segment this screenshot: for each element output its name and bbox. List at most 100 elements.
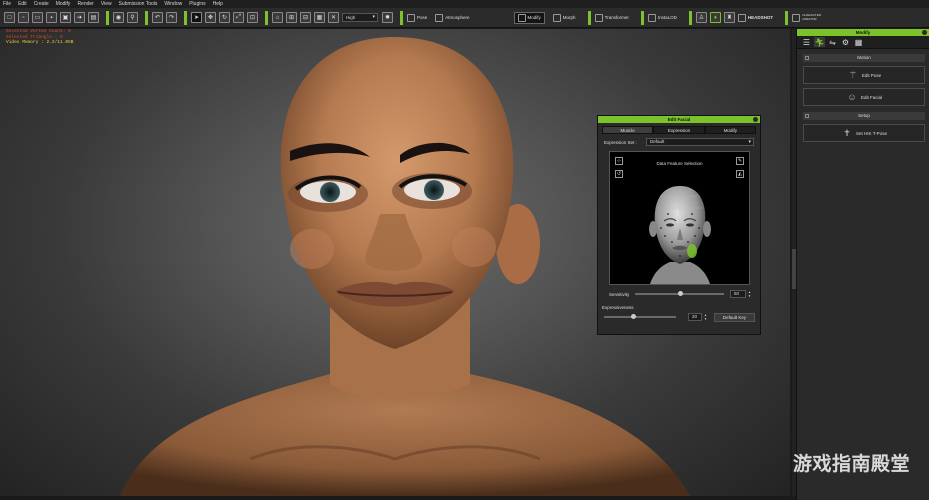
sensitivity-slider-knob[interactable] [677, 291, 683, 296]
pose-button[interactable]: Pose [407, 13, 427, 22]
headshot-button[interactable]: HEADSHOT [737, 13, 774, 22]
undo-icon[interactable]: ↶ [152, 12, 163, 23]
motion-tab-icon[interactable]: 🏃︎ [814, 37, 825, 47]
home-camera-icon[interactable]: ⌂ [272, 12, 283, 23]
video-memory-text: Video Memory : 2.2/11.0GB [6, 40, 74, 45]
edit-facial-title: Edit Facial [667, 117, 691, 122]
panel-close-icon[interactable] [922, 30, 927, 35]
instalod-button[interactable]: InstaLOD [647, 13, 677, 22]
plugin-icon[interactable]: ♙ [695, 12, 707, 23]
close-icon[interactable] [753, 117, 758, 122]
redo-icon[interactable]: ↷ [166, 12, 177, 23]
scale-icon[interactable]: ⤢ [233, 12, 244, 23]
tab-expression[interactable]: Expression [653, 126, 705, 134]
move-icon[interactable]: ✥ [205, 12, 216, 23]
fit-view-icon[interactable]: ⊟ [300, 12, 311, 23]
save-as-icon[interactable]: ▣ [60, 12, 71, 23]
feature-selection-view[interactable]: Data Feature Selection ⊹ ↺ ✎ ◭ [609, 151, 750, 285]
attributes-tab-icon[interactable]: ☰ [801, 37, 812, 47]
morph-tab-icon[interactable]: ⇋ [827, 37, 838, 47]
pick-tool-icon[interactable]: ✎ [736, 157, 744, 165]
tab-muscle[interactable]: Muscle [602, 126, 654, 134]
expressiveness-spinner[interactable]: ▴ ▾ [703, 313, 708, 321]
material-tab-icon[interactable]: ⚙ [840, 37, 851, 47]
menu-view[interactable]: View [101, 0, 112, 8]
sensitivity-row: Sensitivity 50 ▴ ▾ [609, 289, 752, 299]
select-region-icon[interactable]: ⊹ [615, 157, 623, 165]
default-key-button[interactable]: Default Key [714, 312, 755, 322]
frame-icon[interactable]: ⊞ [286, 12, 297, 23]
mirror-icon[interactable]: ◭ [736, 170, 744, 178]
menu-help[interactable]: Help [213, 0, 223, 8]
expression-set-select[interactable]: Default [646, 138, 754, 146]
toolbar-separator [145, 10, 148, 25]
new-file-icon[interactable]: □ [4, 12, 15, 23]
save-icon[interactable]: ▪ [46, 12, 57, 23]
menu-plugins[interactable]: Plugins [189, 0, 205, 8]
expressiveness-slider[interactable] [604, 314, 676, 319]
atmosphere-label: Atmosphere [445, 15, 470, 20]
status-bar [0, 496, 790, 500]
character-creator-button[interactable]: CHARACTER CREATOR [792, 13, 822, 22]
import-icon[interactable]: ➔ [74, 12, 85, 23]
texture-tab-icon[interactable]: ▦ [853, 37, 864, 47]
modify-button[interactable]: Modify [513, 11, 545, 24]
menu-submission-tools[interactable]: Submission Tools [119, 0, 158, 8]
plugin-tool-icon[interactable]: ♜ [723, 12, 735, 23]
transformer-button[interactable]: Transformer [594, 13, 629, 22]
menu-file[interactable]: File [3, 0, 11, 8]
grid-icon[interactable]: ▦ [314, 12, 325, 23]
new-project-icon[interactable]: ▫ [18, 12, 29, 23]
morph-button[interactable]: Morph [552, 13, 576, 22]
open-folder-icon[interactable]: ▭ [32, 12, 43, 23]
render-icon[interactable]: ◉ [113, 12, 124, 23]
select-arrow-icon[interactable]: ➤ [191, 12, 202, 23]
menu-window[interactable]: Window [164, 0, 182, 8]
modify-icon [517, 13, 526, 22]
atmosphere-button[interactable]: Atmosphere [435, 13, 470, 22]
site-watermark: 游戏指南殿堂 [793, 453, 911, 475]
collapse-icon[interactable] [805, 56, 809, 60]
facial-tabs: Muscle Expression Modify [602, 126, 756, 134]
quality-select[interactable]: High [342, 13, 378, 22]
sensitivity-spinner[interactable]: ▴ ▾ [747, 290, 752, 298]
expressiveness-slider-knob[interactable] [630, 314, 636, 319]
snap-icon[interactable]: ⊡ [247, 12, 258, 23]
transformer-label: Transformer [604, 15, 629, 20]
plugin-active-icon[interactable]: ♦ [709, 12, 721, 23]
pose-figure-icon: ⚚ [848, 69, 857, 80]
menu-modify[interactable]: Modify [56, 0, 71, 8]
modify-panel-title: Modify [855, 30, 871, 35]
expressiveness-row: 20 ▴ ▾ Default Key [604, 312, 755, 322]
menu-render[interactable]: Render [77, 0, 93, 8]
lighting-icon[interactable]: ✹ [382, 12, 393, 23]
axis-icon[interactable]: ✕ [328, 12, 339, 23]
expressiveness-value[interactable]: 20 [688, 313, 702, 321]
export-icon[interactable]: ▤ [88, 12, 99, 23]
set-hik-tpose-button[interactable]: ✝ Set HIK T-Pose [803, 124, 925, 142]
facial-icon: ☺ [847, 92, 857, 102]
rotate-icon[interactable]: ↻ [219, 12, 230, 23]
menu-edit[interactable]: Edit [18, 0, 27, 8]
character-creator-label: CHARACTER CREATOR [802, 13, 821, 21]
sensitivity-slider[interactable] [635, 291, 724, 296]
tab-modify[interactable]: Modify [704, 126, 756, 134]
morph-label: Morph [562, 15, 576, 20]
headshot-label: HEADSHOT [747, 15, 774, 20]
menu-create[interactable]: Create [34, 0, 49, 8]
toolbar-separator [184, 10, 187, 25]
edit-facial-button[interactable]: ☺ Edit Facial [803, 88, 925, 106]
character-creator-icon [792, 13, 801, 22]
tpose-figure-icon: ✝ [843, 127, 851, 138]
vertex-count-text: Selected Vertex Count: 0 [6, 29, 71, 34]
head-model-preview [649, 186, 711, 284]
edit-pose-button[interactable]: ⚚ Edit Pose [803, 66, 925, 84]
collapse-icon[interactable] [805, 114, 809, 118]
edit-facial-title-bar[interactable]: Edit Facial [598, 116, 760, 123]
motion-section-header[interactable]: Motion [803, 54, 925, 62]
reset-view-icon[interactable]: ↺ [615, 170, 623, 178]
setup-section-header[interactable]: Setup [803, 112, 925, 120]
sensitivity-label: Sensitivity [609, 291, 630, 297]
sensitivity-value[interactable]: 50 [730, 290, 746, 298]
zoom-icon[interactable]: ⚲ [127, 12, 138, 23]
